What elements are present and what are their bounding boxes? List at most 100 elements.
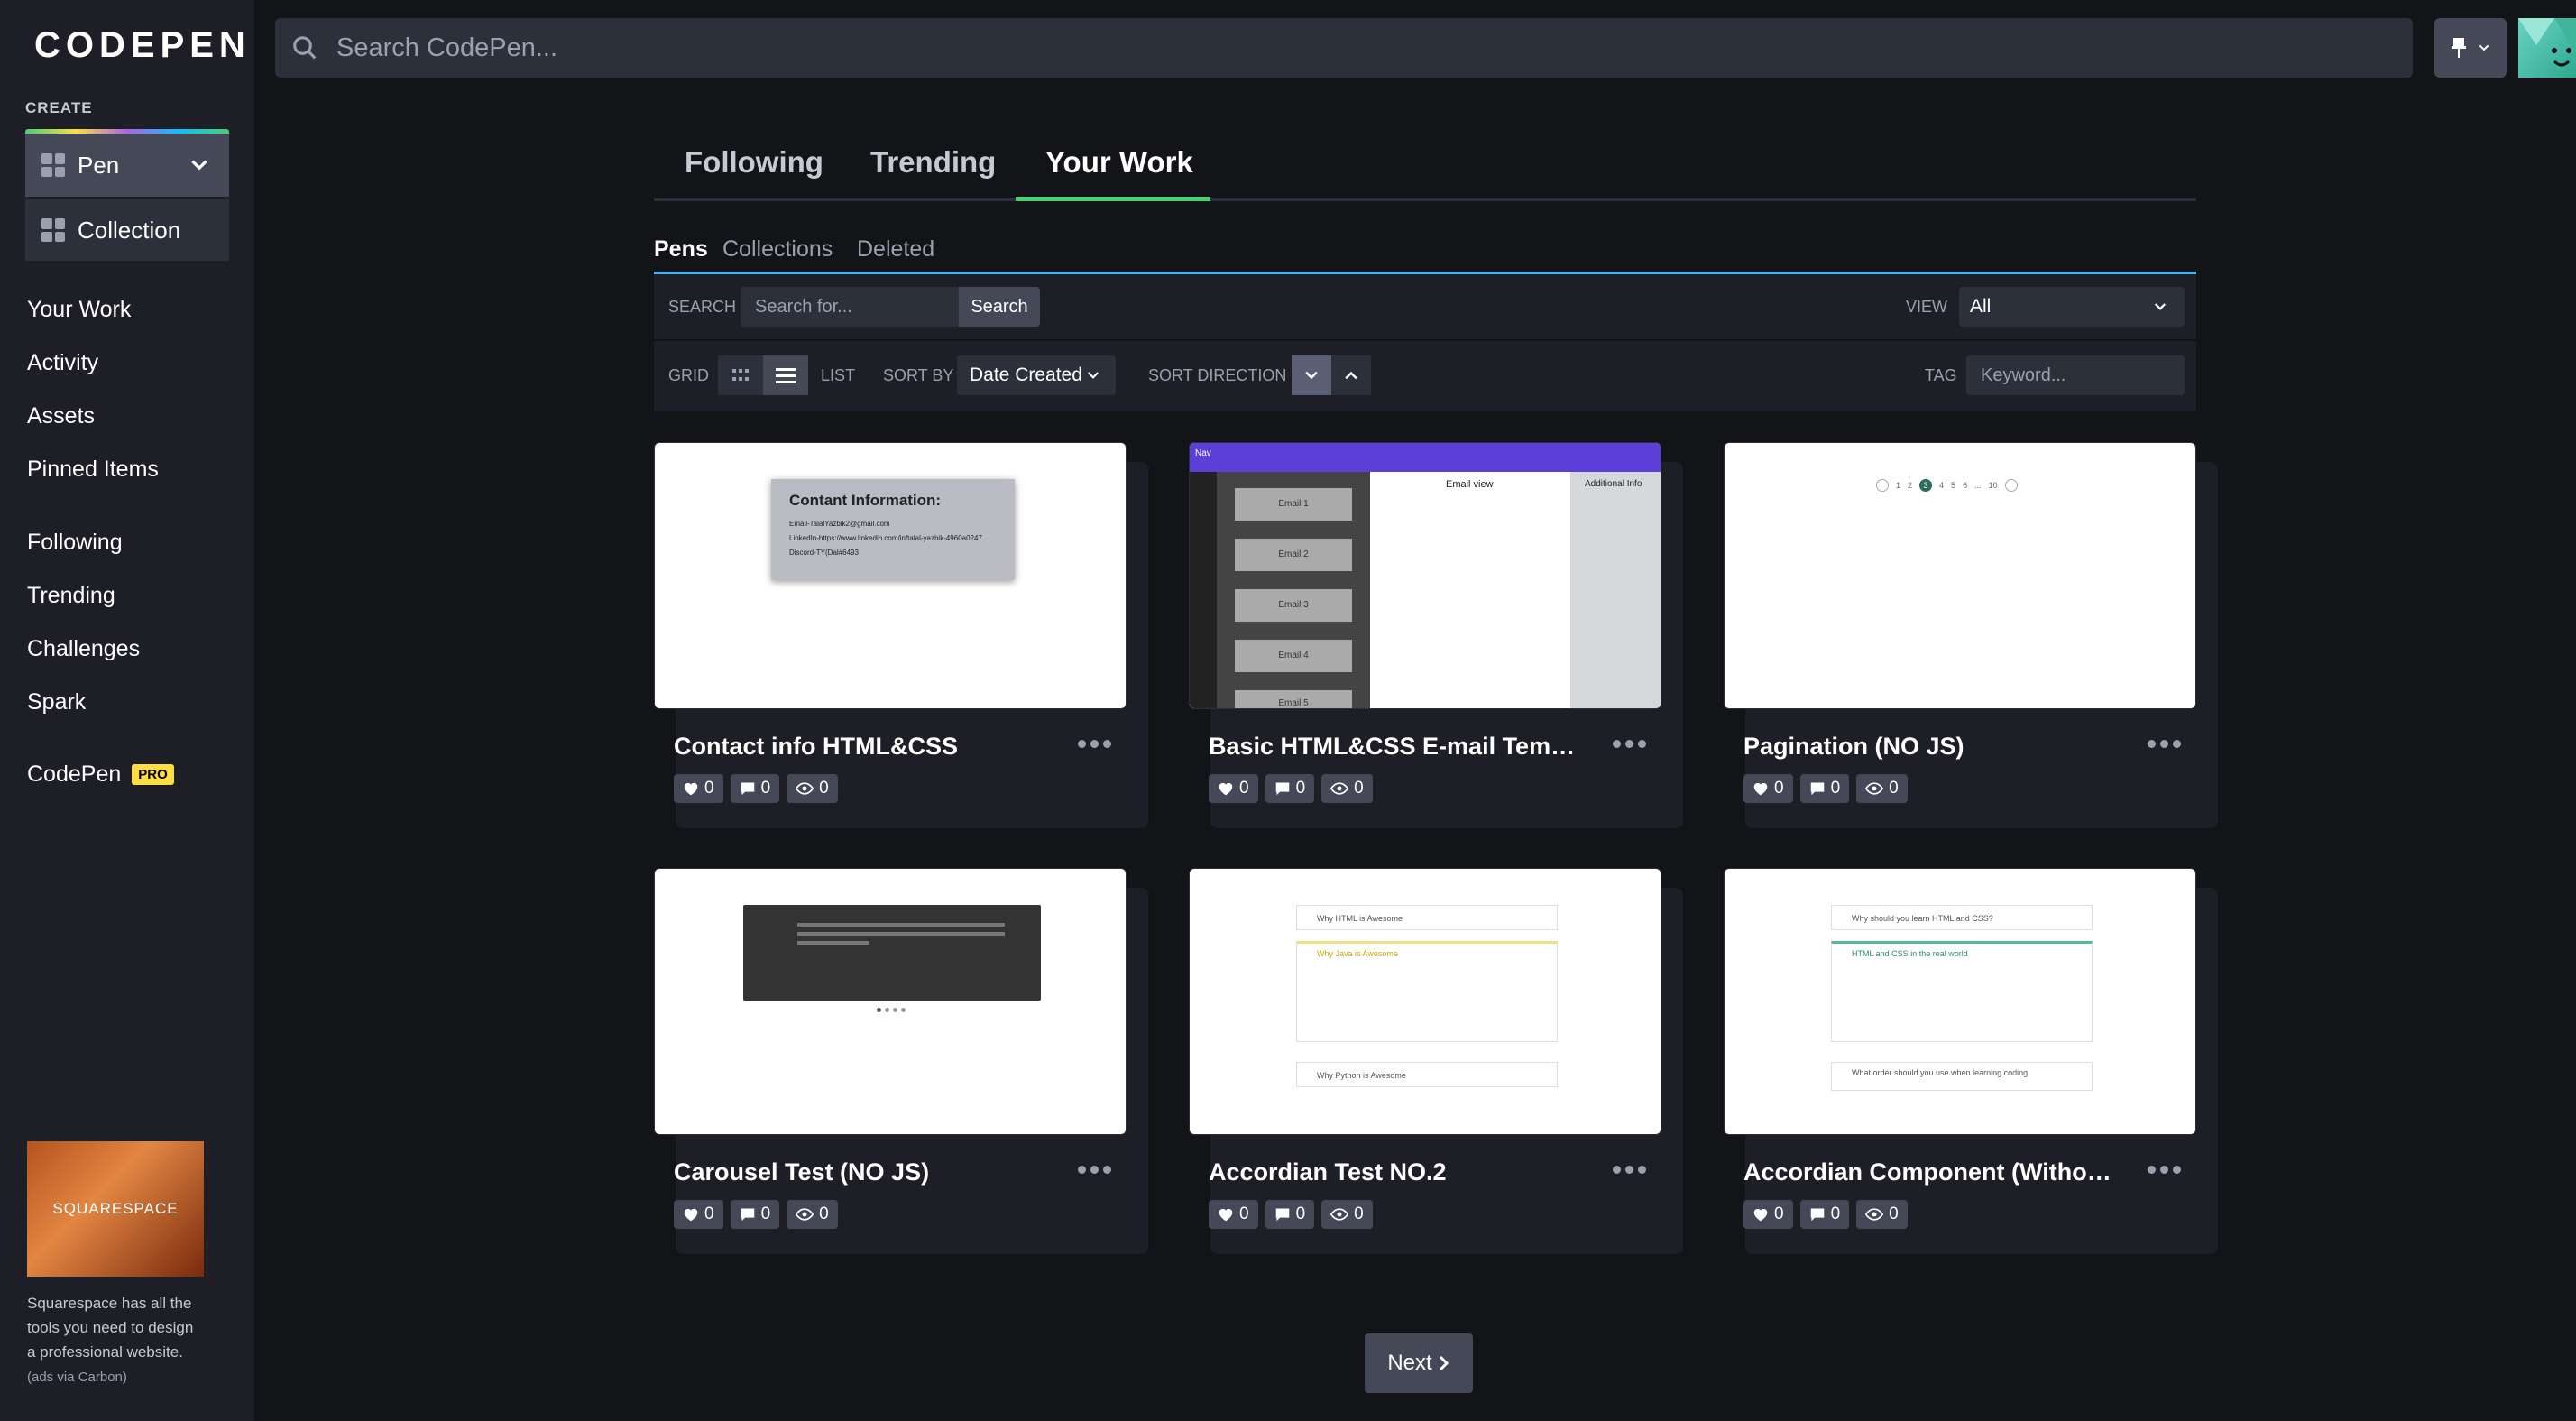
pen-preview[interactable]: Why should you learn HTML and CSS? HTML …: [1724, 868, 2196, 1135]
create-collection-button[interactable]: Collection: [25, 199, 229, 261]
tag-input[interactable]: Keyword...: [1966, 355, 2185, 395]
ad-text[interactable]: Squarespace has all the tools you need t…: [27, 1291, 204, 1364]
sort-descending-button[interactable]: [1292, 355, 1331, 395]
more-options-icon[interactable]: [1078, 1166, 1111, 1174]
views-count[interactable]: 0: [787, 1200, 838, 1229]
sidebar-item-following[interactable]: Following: [27, 516, 140, 569]
comment-button[interactable]: 0: [730, 1200, 780, 1229]
sidebar-item-activity[interactable]: Activity: [27, 337, 159, 390]
codepen-logo[interactable]: CODEPEN: [27, 27, 251, 63]
email-item: Email 4: [1235, 640, 1352, 672]
sort-ascending-button[interactable]: [1331, 355, 1371, 395]
sidebar-item-trending[interactable]: Trending: [27, 569, 140, 623]
sidebar-item-codepen-pro[interactable]: CodePen PRO: [27, 761, 174, 788]
sidebar-item-assets[interactable]: Assets: [27, 390, 159, 443]
page-ellipsis: ...: [1974, 481, 1982, 490]
tab-your-work[interactable]: Your Work: [1045, 145, 1193, 180]
comment-button[interactable]: 0: [1265, 1200, 1315, 1229]
view-select[interactable]: All: [1959, 287, 2185, 327]
comment-button[interactable]: 0: [1799, 774, 1850, 803]
accordion-item-open: HTML and CSS in the real world: [1831, 941, 2093, 1042]
like-button[interactable]: 0: [1743, 774, 1793, 803]
carousel-preview-slide: [743, 905, 1041, 1001]
like-count: 0: [1239, 1204, 1249, 1223]
grid-label: GRID: [668, 366, 709, 384]
pens-search-input[interactable]: Search for...: [741, 287, 959, 327]
like-count: 0: [1774, 779, 1784, 798]
like-button[interactable]: 0: [1743, 1200, 1793, 1229]
heart-icon: [684, 1208, 698, 1222]
pen-title[interactable]: Accordian Component (Without ...: [1743, 1158, 2122, 1186]
like-button[interactable]: 0: [674, 774, 723, 803]
comment-icon: [741, 782, 754, 796]
carbon-ad[interactable]: SQUARESPACE Squarespace has all the tool…: [27, 1141, 204, 1385]
next-page-button[interactable]: Next: [1365, 1333, 1473, 1393]
eye-icon: [796, 1208, 814, 1221]
view-select-value: All: [1970, 296, 1992, 317]
view-count: 0: [1354, 779, 1364, 798]
view-label: VIEW: [1906, 298, 1948, 316]
comment-count: 0: [760, 779, 771, 798]
avatar[interactable]: [2518, 18, 2576, 78]
like-button[interactable]: 0: [1209, 1200, 1258, 1229]
more-options-icon[interactable]: [1613, 1166, 1646, 1174]
tab-following[interactable]: Following: [685, 145, 823, 180]
grid-view-button[interactable]: [718, 355, 763, 395]
pen-preview[interactable]: Nav Email 1 Email 2 Email 3 Email 4 Emai…: [1189, 442, 1661, 709]
pen-stats: 0 0 0: [1209, 1200, 1373, 1229]
carousel-text-line: [797, 932, 1005, 936]
pen-stats: 0 0 0: [674, 1200, 838, 1229]
subtab-deleted[interactable]: Deleted: [857, 236, 934, 263]
comment-button[interactable]: 0: [1799, 1200, 1850, 1229]
pen-card: Nav Email 1 Email 2 Email 3 Email 4 Emai…: [1189, 442, 1683, 828]
create-pen-button[interactable]: Pen: [25, 134, 229, 197]
more-options-icon[interactable]: [2148, 1166, 2181, 1174]
ad-image[interactable]: SQUARESPACE: [27, 1141, 204, 1277]
pen-title[interactable]: Pagination (NO JS): [1743, 733, 2122, 761]
tab-trending[interactable]: Trending: [870, 145, 996, 180]
pen-title[interactable]: Basic HTML&CSS E-mail Template: [1209, 733, 1587, 761]
pen-preview[interactable]: 1 2 3 4 5 6 ... 10: [1724, 442, 2196, 709]
contact-preview-lines: Email-TalalYazbik2@gmail.com LinkedIn-ht…: [789, 517, 997, 560]
subtab-pens[interactable]: Pens: [654, 236, 708, 263]
chevron-down-icon[interactable]: [188, 153, 211, 177]
subtab-collections[interactable]: Collections: [722, 236, 833, 263]
more-options-icon[interactable]: [2148, 740, 2181, 748]
pen-preview[interactable]: [654, 868, 1127, 1135]
global-search-bar[interactable]: Search CodePen...: [275, 18, 2413, 78]
pen-title[interactable]: Accordian Test NO.2: [1209, 1158, 1587, 1186]
heart-icon: [1219, 1208, 1233, 1222]
sidebar-item-your-work[interactable]: Your Work: [27, 283, 159, 337]
pens-search-button[interactable]: Search: [959, 287, 1040, 327]
sidebar-item-challenges[interactable]: Challenges: [27, 623, 140, 676]
main-tabs: Following Trending Your Work: [654, 140, 2196, 201]
sidebar-item-spark[interactable]: Spark: [27, 676, 140, 729]
pen-title[interactable]: Contact info HTML&CSS: [674, 733, 1053, 761]
pagination-prev-dot: [1876, 479, 1889, 492]
like-button[interactable]: 0: [674, 1200, 723, 1229]
ad-via[interactable]: (ads via Carbon): [27, 1370, 204, 1385]
views-count[interactable]: 0: [1856, 1200, 1908, 1229]
pen-preview[interactable]: Why HTML is Awesome Why Java is Awesome …: [1189, 868, 1661, 1135]
sort-by-select[interactable]: Date Created: [957, 355, 1116, 395]
comment-button[interactable]: 0: [730, 774, 780, 803]
accordion-item: Why Python is Awesome: [1296, 1062, 1558, 1087]
views-count[interactable]: 0: [1321, 1200, 1373, 1229]
views-count[interactable]: 0: [1856, 774, 1908, 803]
page-number: 5: [1951, 481, 1956, 490]
ad-brand: SQUARESPACE: [52, 1200, 179, 1217]
sidebar-item-pinned-items[interactable]: Pinned Items: [27, 443, 159, 496]
more-options-icon[interactable]: [1613, 740, 1646, 748]
views-count[interactable]: 0: [1321, 774, 1373, 803]
contact-line: Email-TalalYazbik2@gmail.com: [789, 520, 890, 528]
pen-title[interactable]: Carousel Test (NO JS): [674, 1158, 1053, 1186]
pen-preview[interactable]: Contant Information: Email-TalalYazbik2@…: [654, 442, 1127, 709]
views-count[interactable]: 0: [787, 774, 838, 803]
more-options-icon[interactable]: [1078, 740, 1111, 748]
eye-icon: [1330, 782, 1349, 795]
comment-button[interactable]: 0: [1265, 774, 1315, 803]
heart-icon: [1753, 1208, 1768, 1222]
list-view-button[interactable]: [763, 355, 808, 395]
like-button[interactable]: 0: [1209, 774, 1258, 803]
pinned-items-button[interactable]: [2434, 18, 2507, 78]
